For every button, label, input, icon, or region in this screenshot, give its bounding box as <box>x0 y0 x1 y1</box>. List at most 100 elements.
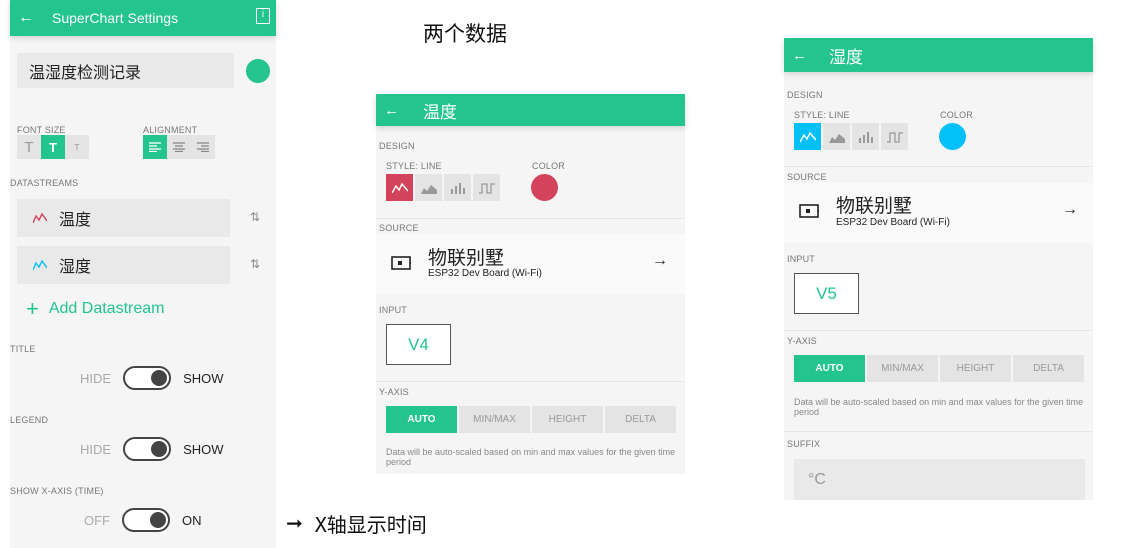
divider <box>784 431 1093 432</box>
input-label: INPUT <box>379 305 407 315</box>
font-size-small[interactable]: T <box>65 135 89 159</box>
source-label: SOURCE <box>787 172 827 182</box>
yaxis-height[interactable]: HEIGHT <box>940 355 1011 382</box>
divider <box>376 218 685 219</box>
back-arrow-icon[interactable]: ← <box>792 47 807 64</box>
middle-header: ← 温度 <box>376 94 685 126</box>
legend-toggle[interactable] <box>123 437 172 461</box>
back-arrow-icon[interactable]: ← <box>18 9 34 27</box>
legend-toggle-label: LEGEND <box>10 415 49 425</box>
device-name: 物联别墅 <box>428 248 505 269</box>
input-label: INPUT <box>787 254 815 264</box>
style-selector <box>794 123 910 150</box>
title-toggle-row: HIDE SHOW <box>80 366 224 390</box>
step-style-icon[interactable] <box>881 123 908 150</box>
divider <box>784 330 1093 331</box>
align-center-icon[interactable] <box>167 135 191 159</box>
yaxis-minmax[interactable]: MIN/MAX <box>459 406 530 433</box>
reorder-icon[interactable]: ⇅ <box>250 210 260 224</box>
yaxis-label: Y-AXIS <box>379 387 409 397</box>
suffix-label: SUFFIX <box>787 439 821 449</box>
color-label: COLOR <box>532 161 566 171</box>
yaxis-minmax[interactable]: MIN/MAX <box>867 355 938 382</box>
hide-label: HIDE <box>80 370 112 386</box>
step-style-icon[interactable] <box>473 174 500 201</box>
style-label: STYLE: LINE <box>794 110 850 120</box>
suffix-value: °C <box>808 470 826 488</box>
datastream-name: 温度 <box>59 212 92 229</box>
design-label: DESIGN <box>379 141 415 151</box>
yaxis-delta[interactable]: DELTA <box>605 406 676 433</box>
title-field-value: 温湿度检测记录 <box>29 64 142 82</box>
divider <box>376 381 685 382</box>
yaxis-selector: AUTO MIN/MAX HEIGHT DELTA <box>794 355 1084 382</box>
align-left-icon[interactable] <box>143 135 167 159</box>
line-chart-icon <box>33 212 47 224</box>
divider <box>784 166 1093 167</box>
source-row[interactable]: 物联别墅 ESP32 Dev Board (Wi-Fi) → <box>784 183 1093 243</box>
show-label: SHOW <box>183 441 224 457</box>
add-datastream-label: Add Datastream <box>48 300 165 317</box>
style-label: STYLE: LINE <box>386 161 442 171</box>
yaxis-auto[interactable]: AUTO <box>794 355 865 382</box>
header-title: SuperChart Settings <box>52 10 179 26</box>
xaxis-toggle[interactable] <box>122 508 170 532</box>
header-title: 湿度 <box>829 47 863 67</box>
yaxis-selector: AUTO MIN/MAX HEIGHT DELTA <box>386 406 676 433</box>
left-header: ← SuperChart Settings i <box>10 0 276 36</box>
show-label: SHOW <box>183 370 224 386</box>
yaxis-delta[interactable]: DELTA <box>1013 355 1084 382</box>
info-icon[interactable]: i <box>256 8 270 24</box>
color-picker[interactable] <box>939 123 966 150</box>
back-arrow-icon[interactable]: ← <box>384 102 399 119</box>
line-style-icon[interactable] <box>386 174 413 201</box>
caption-xaxis: X轴显示时间 <box>314 512 427 537</box>
yaxis-height[interactable]: HEIGHT <box>532 406 603 433</box>
device-icon <box>391 256 411 270</box>
title-color-dot[interactable] <box>246 59 270 83</box>
device-board: ESP32 Dev Board (Wi-Fi) <box>836 217 950 228</box>
line-style-icon[interactable] <box>794 123 821 150</box>
datastream-name: 湿度 <box>59 259 92 276</box>
caption-top: 两个数据 <box>423 23 507 46</box>
line-chart-icon <box>33 259 47 271</box>
font-size-selector: T T T <box>17 135 89 159</box>
bar-style-icon[interactable] <box>444 174 471 201</box>
align-right-icon[interactable] <box>191 135 215 159</box>
pin-input[interactable]: V4 <box>386 324 451 365</box>
add-datastream-button[interactable]: + Add Datastream <box>26 296 164 322</box>
color-picker[interactable] <box>531 174 558 201</box>
datastream-row-2[interactable]: 湿度 <box>17 246 230 284</box>
arrow-right-icon[interactable]: → <box>1062 201 1078 219</box>
font-size-label: FONT SIZE <box>17 125 66 135</box>
yaxis-label: Y-AXIS <box>787 336 817 346</box>
pin-input[interactable]: V5 <box>794 273 859 314</box>
font-size-large[interactable]: T <box>17 135 41 159</box>
device-board: ESP32 Dev Board (Wi-Fi) <box>428 268 542 279</box>
area-style-icon[interactable] <box>415 174 442 201</box>
suffix-input[interactable]: °C <box>794 459 1085 500</box>
title-toggle[interactable] <box>123 366 172 390</box>
arrow-right-icon[interactable]: → <box>652 252 668 270</box>
datastream-row-1[interactable]: 温度 <box>17 199 230 237</box>
device-icon <box>799 204 819 218</box>
source-label: SOURCE <box>379 223 419 233</box>
right-panel: ← 湿度 DESIGN STYLE: LINE COLOR SOURCE 物联别… <box>784 38 1093 500</box>
caption-arrow: ➞ <box>286 512 303 535</box>
design-label: DESIGN <box>787 90 823 100</box>
style-selector <box>386 174 502 201</box>
reorder-icon[interactable]: ⇅ <box>250 257 260 271</box>
source-row[interactable]: 物联别墅 ESP32 Dev Board (Wi-Fi) → <box>376 234 685 294</box>
area-style-icon[interactable] <box>823 123 850 150</box>
title-field[interactable]: 温湿度检测记录 <box>17 53 234 88</box>
on-label: ON <box>182 512 202 528</box>
font-size-medium[interactable]: T <box>41 135 65 159</box>
device-name: 物联别墅 <box>836 196 913 217</box>
color-label: COLOR <box>940 110 974 120</box>
bar-style-icon[interactable] <box>852 123 879 150</box>
yaxis-auto[interactable]: AUTO <box>386 406 457 433</box>
alignment-label: ALIGNMENT <box>143 125 198 135</box>
left-panel: ← SuperChart Settings i 温湿度检测记录 FONT SIZ… <box>10 0 276 548</box>
hide-label: HIDE <box>80 441 112 457</box>
title-toggle-label: TITLE <box>10 344 36 354</box>
